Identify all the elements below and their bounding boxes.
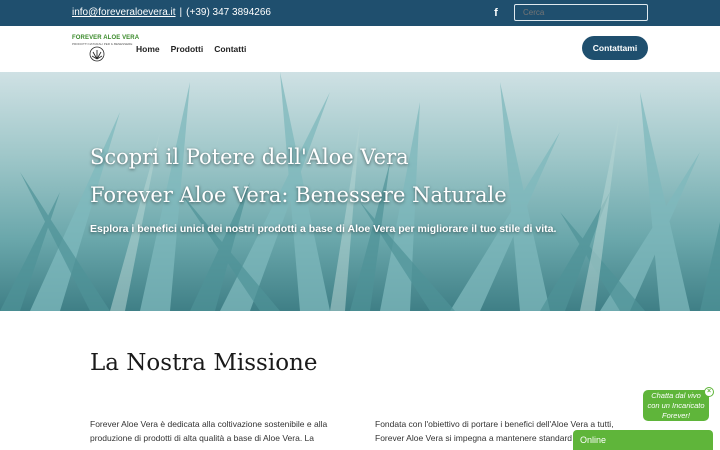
chat-close-icon[interactable]: ×: [704, 387, 714, 397]
chat-status-bar[interactable]: Online: [573, 430, 713, 450]
chat-bubble-line2: con un Incaricato: [647, 401, 705, 410]
phone-number[interactable]: (+39) 347 3894266: [186, 7, 271, 18]
nav-contatti[interactable]: Contatti: [214, 43, 246, 55]
facebook-icon[interactable]: f: [490, 6, 502, 20]
chat-invite-bubble[interactable]: Chatta dal vivo con un Incaricato Foreve…: [643, 390, 709, 421]
hero-banner: Scopri il Potere dell'Aloe Vera Forever …: [0, 72, 720, 311]
site-logo[interactable]: FOREVER ALOE VERA PRODOTTI NATURALI PER …: [72, 35, 140, 63]
chat-bubble-line1: Chatta dal vivo: [651, 391, 701, 400]
chat-bubble-line3: Forever!: [662, 411, 690, 420]
top-bar: info@foreveraloevera.it | (+39) 347 389426…: [0, 0, 720, 26]
nav-prodotti[interactable]: Prodotti: [171, 43, 204, 55]
logo-title: FOREVER ALOE VERA: [72, 35, 140, 41]
aloe-plant-icon: [89, 46, 105, 62]
mission-title: La Nostra Missione: [90, 350, 318, 376]
search-input[interactable]: [514, 4, 648, 21]
hero-title-line2: Forever Aloe Vera: Benessere Naturale: [90, 183, 507, 207]
nav-home[interactable]: Home: [136, 43, 160, 55]
main-nav: Home Prodotti Contatti: [136, 43, 246, 55]
mission-text-left: Forever Aloe Vera è dedicata alla coltiv…: [90, 419, 328, 443]
contattami-button[interactable]: Contattami: [582, 36, 648, 60]
hero-subtitle: Esplora i benefici unici dei nostri prod…: [90, 223, 557, 235]
hero-title-line1: Scopri il Potere dell'Aloe Vera: [90, 145, 409, 169]
contact-separator: |: [179, 7, 183, 18]
site-header: FOREVER ALOE VERA PRODOTTI NATURALI PER …: [0, 26, 720, 72]
contact-info: info@foreveraloevera.it | (+39) 347 389426…: [72, 6, 271, 20]
email-link[interactable]: info@foreveraloevera.it: [72, 7, 176, 18]
